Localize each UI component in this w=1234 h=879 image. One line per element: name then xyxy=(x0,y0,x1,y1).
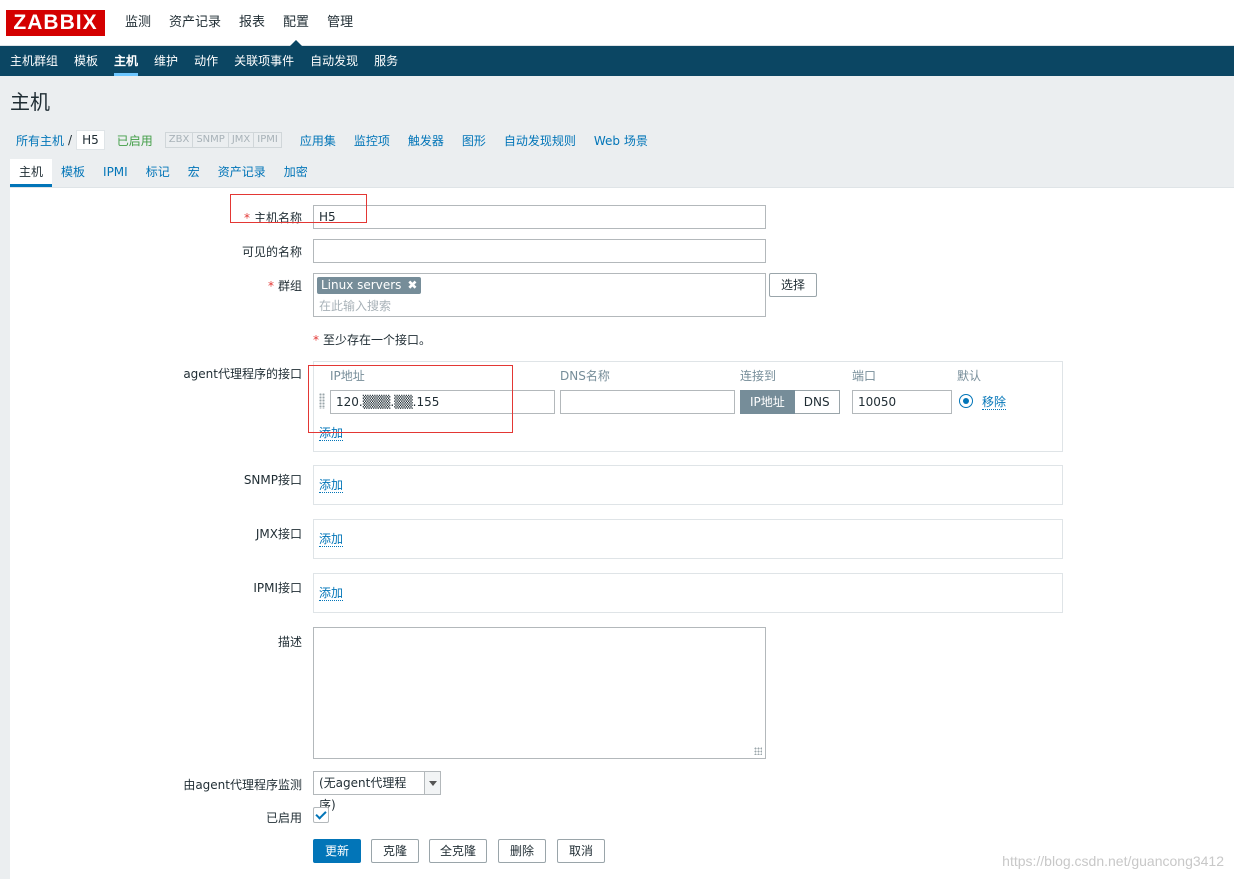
tab-tags[interactable]: 标记 xyxy=(137,159,179,187)
highlight-box-host-name xyxy=(230,194,367,223)
add-jmx-interface-link[interactable]: 添加 xyxy=(319,532,344,547)
breadcrumb-triggers[interactable]: 触发器 xyxy=(408,132,444,149)
breadcrumb-web-scenarios[interactable]: Web 场景 xyxy=(594,132,648,149)
top-menu-administration[interactable]: 管理 xyxy=(318,0,362,46)
dns-name-header: DNS名称 xyxy=(560,369,610,383)
tab-macros[interactable]: 宏 xyxy=(179,159,209,187)
host-form: * 主机名称 H5 可见的名称 * 群组 Linux servers ✖ 在此输入搜索… xyxy=(10,187,1234,879)
connect-dns-button[interactable]: DNS xyxy=(794,390,840,414)
remove-interface-link[interactable]: 移除 xyxy=(982,395,1007,410)
sub-menu-actions[interactable]: 动作 xyxy=(186,46,226,76)
enabled-checkbox[interactable] xyxy=(313,807,329,823)
breadcrumb-graphs[interactable]: 图形 xyxy=(462,132,486,149)
connect-ip-button[interactable]: IP地址 xyxy=(740,390,795,414)
group-search-input[interactable]: 在此输入搜索 xyxy=(319,295,391,317)
groups-label: * 群组 xyxy=(267,279,302,293)
port-header: 端口 xyxy=(852,369,877,383)
jmx-availability: JMX xyxy=(229,133,255,147)
group-tag-linux-servers: Linux servers ✖ xyxy=(317,277,422,294)
add-snmp-interface-link[interactable]: 添加 xyxy=(319,478,344,493)
sub-menu-maintenance[interactable]: 维护 xyxy=(146,46,186,76)
delete-button[interactable]: 删除 xyxy=(498,839,546,863)
add-ipmi-interface-link[interactable]: 添加 xyxy=(319,586,344,601)
visible-name-input[interactable] xyxy=(313,239,766,263)
agent-port-input[interactable]: 10050 xyxy=(852,390,952,414)
chevron-down-icon xyxy=(424,772,440,794)
resize-handle-icon[interactable] xyxy=(754,747,762,755)
tag-remove-icon[interactable]: ✖ xyxy=(407,278,417,292)
breadcrumb-applications[interactable]: 应用集 xyxy=(300,132,336,149)
highlight-box-agent-ip xyxy=(308,365,513,433)
default-header: 默认 xyxy=(957,369,982,383)
tab-encryption[interactable]: 加密 xyxy=(275,159,317,187)
sub-menu-event-correlation[interactable]: 关联项事件 xyxy=(226,46,302,76)
agent-interface-label: agent代理程序的接口 xyxy=(183,367,302,381)
snmp-interface-label: SNMP接口 xyxy=(243,473,302,487)
tab-templates[interactable]: 模板 xyxy=(52,159,94,187)
tab-host[interactable]: 主机 xyxy=(10,159,53,187)
default-interface-radio[interactable] xyxy=(959,394,973,408)
top-menu: 监测 资产记录 报表 配置 管理 xyxy=(116,0,362,46)
breadcrumb-separator: / xyxy=(68,133,73,147)
ipmi-availability: IPMI xyxy=(257,134,278,145)
sub-menu-templates[interactable]: 模板 xyxy=(66,46,106,76)
ipmi-interface-block: 添加 xyxy=(313,573,1063,613)
top-menu-reports[interactable]: 报表 xyxy=(230,0,274,46)
sub-menu-discovery[interactable]: 自动发现 xyxy=(302,46,366,76)
connect-to-header: 连接到 xyxy=(740,369,777,383)
availability-indicators: ZBX SNMP JMX IPMI xyxy=(164,132,282,148)
top-bar: ZABBIX 监测 资产记录 报表 配置 管理 xyxy=(0,0,1234,46)
top-menu-monitoring[interactable]: 监测 xyxy=(116,0,160,46)
sub-menu-host-groups[interactable]: 主机群组 xyxy=(2,46,66,76)
jmx-interface-block: 添加 xyxy=(313,519,1063,559)
connect-to-toggle: IP地址 DNS xyxy=(740,390,840,414)
full-clone-button[interactable]: 全克隆 xyxy=(429,839,487,863)
visible-name-label: 可见的名称 xyxy=(241,245,302,259)
zbx-availability: ZBX xyxy=(166,133,194,147)
sub-menu-hosts[interactable]: 主机 xyxy=(106,46,146,76)
top-menu-configuration[interactable]: 配置 xyxy=(274,0,318,46)
snmp-availability: SNMP xyxy=(193,133,229,147)
proxy-select-value: (无agent代理程序) xyxy=(319,776,407,812)
host-name-input[interactable]: H5 xyxy=(313,205,766,229)
page-title: 主机 xyxy=(10,90,50,114)
description-textarea[interactable] xyxy=(313,627,766,759)
cancel-button[interactable]: 取消 xyxy=(557,839,605,863)
tab-ipmi[interactable]: IPMI xyxy=(94,159,137,187)
clone-button[interactable]: 克隆 xyxy=(371,839,419,863)
sub-menu-services[interactable]: 服务 xyxy=(366,46,406,76)
proxy-select[interactable]: (无agent代理程序) xyxy=(313,771,441,812)
form-tabs: 主机 模板 IPMI 标记 宏 资产记录 加密 xyxy=(10,159,317,187)
update-button[interactable]: 更新 xyxy=(313,839,361,863)
top-menu-inventory[interactable]: 资产记录 xyxy=(160,0,230,46)
jmx-interface-label: JMX接口 xyxy=(255,527,302,541)
sub-menu: 主机群组 模板 主机 维护 动作 关联项事件 自动发现 服务 xyxy=(0,46,1234,76)
zabbix-logo[interactable]: ZABBIX xyxy=(6,10,105,36)
ipmi-interface-label: IPMI接口 xyxy=(253,581,302,595)
agent-dns-input[interactable] xyxy=(560,390,735,414)
select-groups-button[interactable]: 选择 xyxy=(769,273,817,297)
breadcrumb-items[interactable]: 监控项 xyxy=(354,132,390,149)
snmp-interface-block: 添加 xyxy=(313,465,1063,505)
proxy-label: 由agent代理程序监测 xyxy=(183,778,302,792)
enabled-label: 已启用 xyxy=(265,811,302,825)
breadcrumb: 所有主机 / H5 已启用 ZBX SNMP JMX IPMI 应用集 监控项 … xyxy=(10,126,648,154)
tab-inventory[interactable]: 资产记录 xyxy=(209,159,275,187)
breadcrumb-current-host: H5 xyxy=(76,130,105,150)
host-status-badge[interactable]: 已启用 xyxy=(117,132,153,149)
description-label: 描述 xyxy=(277,635,302,649)
breadcrumb-discovery-rules[interactable]: 自动发现规则 xyxy=(504,132,576,149)
groups-multiselect[interactable]: Linux servers ✖ 在此输入搜索 xyxy=(313,273,766,317)
watermark: https://blog.csdn.net/guancong3412 xyxy=(1002,853,1224,869)
breadcrumb-all-hosts[interactable]: 所有主机 xyxy=(10,132,68,149)
interface-warning: * 至少存在一个接口。 xyxy=(313,333,432,347)
